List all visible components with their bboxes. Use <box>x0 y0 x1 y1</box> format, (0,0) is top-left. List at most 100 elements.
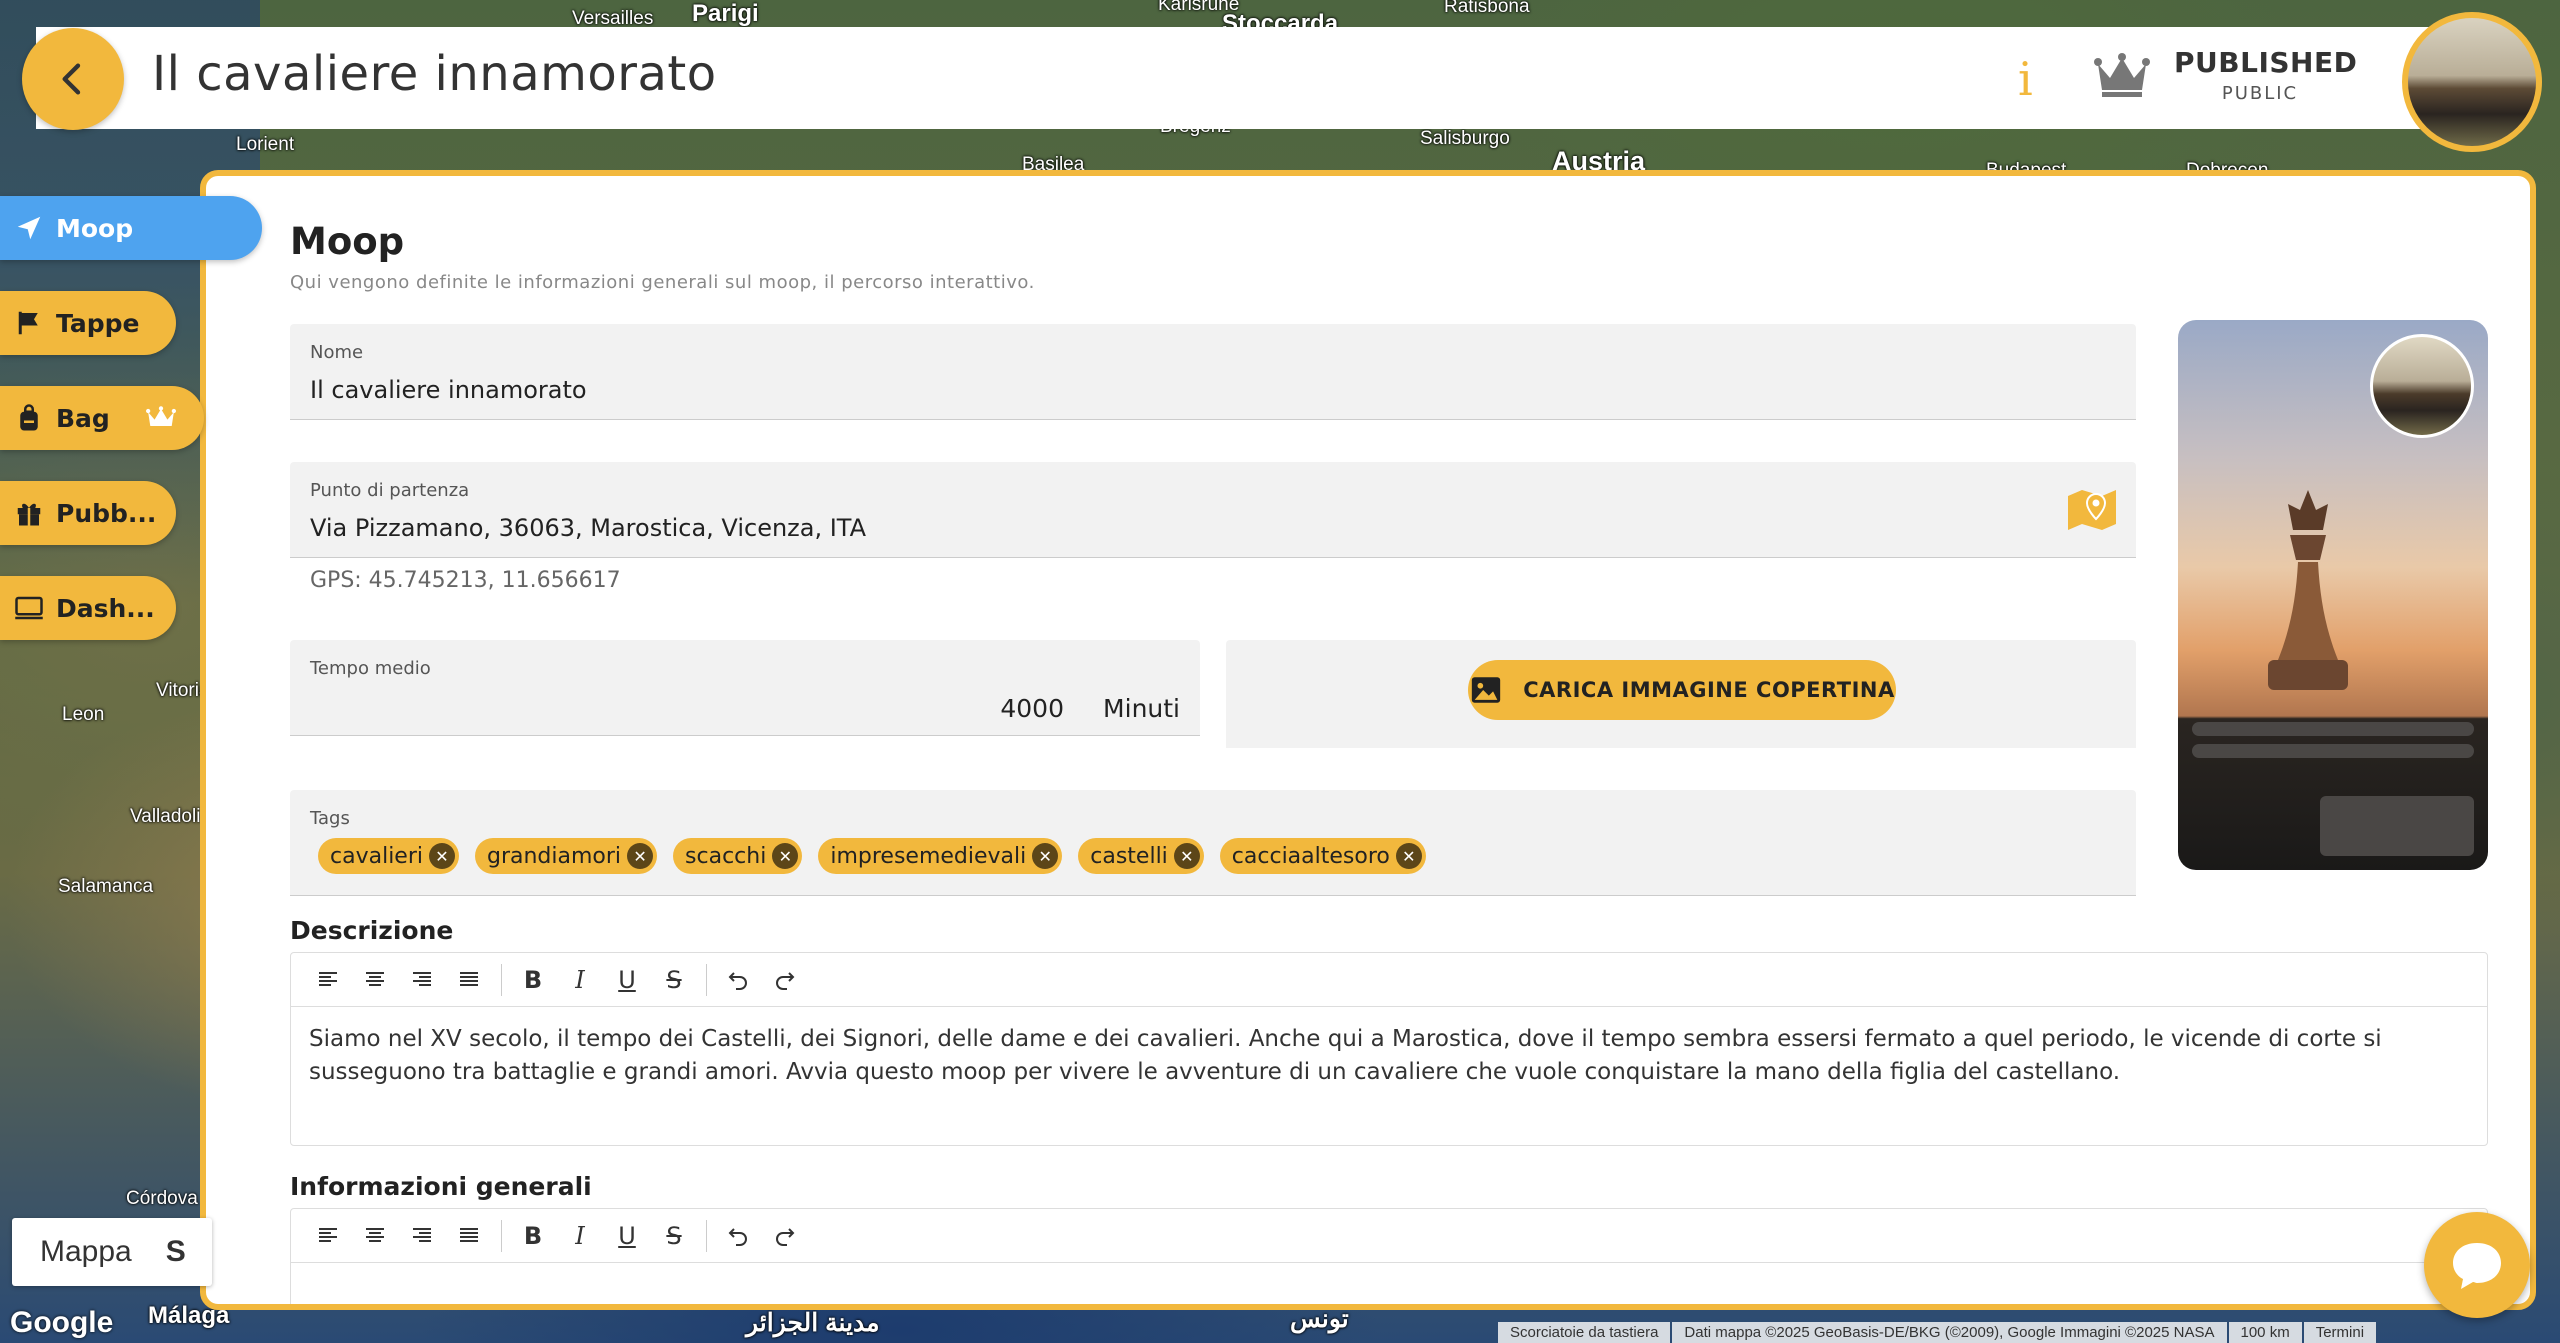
strikethrough-icon[interactable]: S <box>653 959 695 1001</box>
bold-icon[interactable]: B <box>512 1215 554 1257</box>
map-label: Salamanca <box>58 876 154 897</box>
nav-item-tappe[interactable]: Tappe <box>0 291 176 355</box>
italic-icon[interactable]: I <box>559 1215 601 1257</box>
align-center-icon[interactable] <box>354 1215 396 1257</box>
preview-placeholder-bar <box>2192 722 2474 736</box>
upload-cover-label: CARICA IMMAGINE COPERTINA <box>1523 678 1895 702</box>
align-justify-icon[interactable] <box>448 1215 490 1257</box>
italic-icon[interactable]: I <box>559 959 601 1001</box>
keyboard-shortcuts-link[interactable]: Scorciatoie da tastiera <box>1498 1322 1671 1343</box>
general-info-editor[interactable]: B I U S <box>290 1208 2488 1304</box>
nav-item-label: Bag <box>56 403 110 433</box>
field-label: Punto di partenza <box>310 480 470 501</box>
nav-item-pubblicazione[interactable]: Pubb... <box>0 481 176 545</box>
map-type-label: Mappa <box>40 1235 132 1268</box>
back-button[interactable] <box>22 28 124 130</box>
align-justify-icon[interactable] <box>448 959 490 1001</box>
close-icon[interactable]: ✕ <box>627 843 654 869</box>
tag-label: castelli <box>1090 843 1168 869</box>
underline-icon[interactable]: U <box>606 959 648 1001</box>
close-icon[interactable]: ✕ <box>772 843 799 869</box>
preview-avatar <box>2370 334 2474 438</box>
gift-icon <box>17 503 41 526</box>
name-input[interactable]: Il cavaliere innamorato <box>310 376 587 404</box>
tag-chip[interactable]: impresemedievali ✕ <box>818 838 1063 874</box>
description-text[interactable]: Siamo nel XV secolo, il tempo dei Castel… <box>291 1007 2487 1105</box>
close-icon[interactable]: ✕ <box>1395 843 1422 869</box>
panel-subtitle: Qui vengono definite le informazioni gen… <box>290 272 1035 293</box>
page-title: Il cavaliere innamorato <box>152 46 717 102</box>
nav-item-dashboard[interactable]: Dash... <box>0 576 176 640</box>
map-label: Karlsruhe <box>1158 0 1240 15</box>
close-icon[interactable]: ✕ <box>429 843 455 869</box>
map-label: مدينة الجزائر <box>746 1309 880 1337</box>
monitor-icon <box>15 596 43 620</box>
time-unit: Minuti <box>1103 694 1180 723</box>
field-label: Tempo medio <box>310 658 431 679</box>
description-editor[interactable]: B I U S Siamo nel XV secolo, il tempo de… <box>290 952 2488 1146</box>
tags-field[interactable]: Tags cavalieri ✕ grandiamori ✕ scacchi ✕ im… <box>290 790 2136 896</box>
publish-status: PUBLISHED PUBLIC <box>2174 46 2357 104</box>
tag-chip[interactable]: cacciaaltesoro ✕ <box>1219 838 1426 874</box>
average-time-input[interactable]: 4000 <box>1000 694 1064 723</box>
crown-icon[interactable] <box>2094 52 2150 102</box>
underline-icon[interactable]: U <box>606 1215 648 1257</box>
undo-icon[interactable] <box>717 1215 759 1257</box>
tag-label: scacchi <box>685 843 767 869</box>
chat-bubble-icon <box>2453 1243 2501 1289</box>
align-right-icon[interactable] <box>401 1215 443 1257</box>
start-point-input[interactable]: Via Pizzamano, 36063, Marostica, Vicenza… <box>310 514 866 542</box>
general-info-text[interactable] <box>291 1263 2487 1295</box>
map-attribution: Dati mappa ©2025 GeoBasis-DE/BKG (©2009)… <box>1672 1322 2227 1343</box>
tag-chip[interactable]: scacchi ✕ <box>673 838 803 874</box>
map-scale[interactable]: 100 km <box>2228 1322 2302 1343</box>
close-icon[interactable]: ✕ <box>1173 843 1200 869</box>
tag-chip[interactable]: grandiamori ✕ <box>475 838 658 874</box>
status-sub: PUBLIC <box>2221 83 2299 104</box>
map-label: Valladolid <box>130 806 211 827</box>
map-pin-icon[interactable] <box>2066 484 2118 532</box>
align-right-icon[interactable] <box>401 959 443 1001</box>
align-center-icon[interactable] <box>354 959 396 1001</box>
redo-icon[interactable] <box>764 959 806 1001</box>
field-label: Nome <box>310 342 364 363</box>
description-label: Descrizione <box>290 916 454 945</box>
avatar[interactable] <box>2402 12 2542 152</box>
align-left-icon[interactable] <box>307 959 349 1001</box>
tag-chip[interactable]: cavalieri ✕ <box>318 838 459 874</box>
field-label: Tags <box>310 808 350 829</box>
upload-cover-button[interactable]: CARICA IMMAGINE COPERTINA <box>1468 660 1896 720</box>
map-footer: Scorciatoie da tastiera Dati mappa ©2025… <box>1498 1322 2560 1343</box>
terms-link[interactable]: Termini <box>2303 1322 2377 1343</box>
bag-icon <box>20 404 38 431</box>
nav-item-label: Pubb... <box>56 498 157 528</box>
strikethrough-icon[interactable]: S <box>653 1215 695 1257</box>
nav-item-bag[interactable]: Bag <box>0 386 204 450</box>
bold-icon[interactable]: B <box>512 959 554 1001</box>
close-icon[interactable]: ✕ <box>1032 843 1059 869</box>
toolbar-divider <box>706 963 707 996</box>
name-field[interactable]: Nome Il cavaliere innamorato <box>290 324 2136 420</box>
info-icon[interactable]: i <box>2018 52 2033 106</box>
tag-chip[interactable]: castelli ✕ <box>1078 838 1204 874</box>
start-point-field[interactable]: Punto di partenza Via Pizzamano, 36063, … <box>290 462 2136 558</box>
moop-panel: Moop Qui vengono definite le informazion… <box>200 170 2536 1310</box>
map-label: Parigi <box>692 0 759 27</box>
google-logo: Google <box>10 1306 114 1339</box>
nav-item-moop[interactable]: Moop <box>0 196 262 260</box>
align-left-icon[interactable] <box>307 1215 349 1257</box>
map-label: Ratisbona <box>1444 0 1530 17</box>
map-label: Lorient <box>236 134 295 155</box>
chat-button[interactable] <box>2424 1212 2530 1318</box>
redo-icon[interactable] <box>764 1215 806 1257</box>
map-type-toggle[interactable]: Mappa S <box>12 1218 212 1286</box>
satellite-type-label[interactable]: S <box>166 1235 186 1269</box>
chevron-left-icon <box>62 63 81 95</box>
tag-label: cavalieri <box>330 843 423 869</box>
undo-icon[interactable] <box>717 959 759 1001</box>
average-time-field[interactable]: Tempo medio 4000 Minuti <box>290 640 1200 736</box>
panel-title: Moop <box>290 220 405 263</box>
flag-icon <box>18 311 38 335</box>
gps-coordinates: GPS: 45.745213, 11.656617 <box>310 568 621 593</box>
toolbar-divider <box>501 1219 502 1252</box>
